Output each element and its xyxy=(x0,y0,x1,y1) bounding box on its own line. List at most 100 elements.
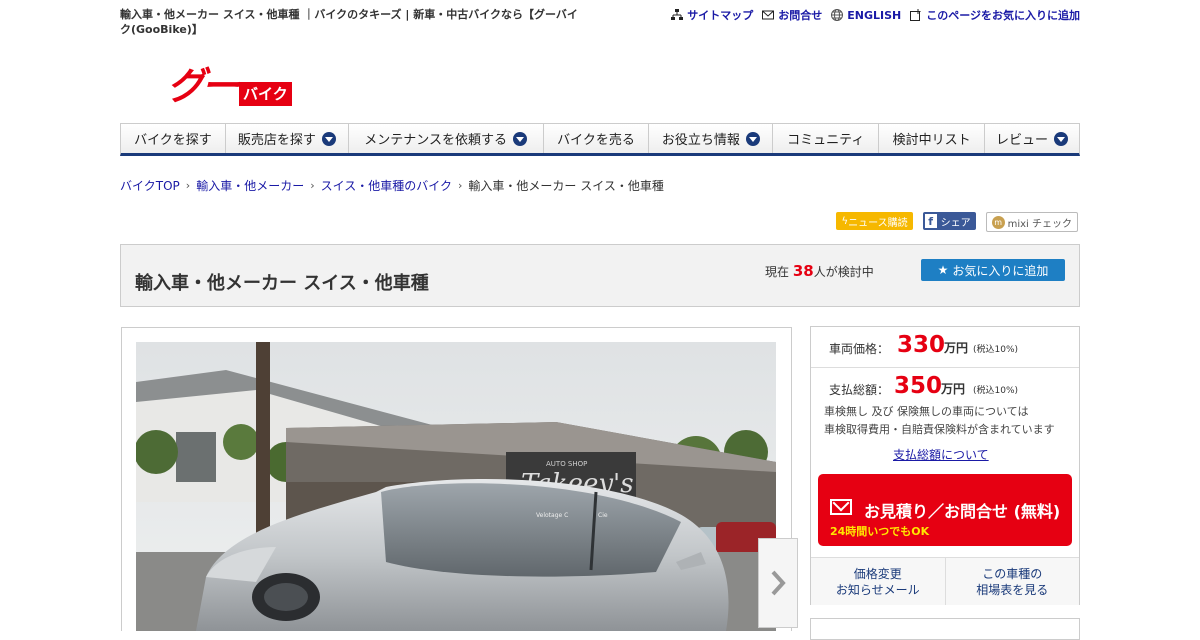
nav-label: 販売店を探す xyxy=(237,133,316,148)
sitemap-label: サイトマップ xyxy=(687,9,754,22)
title-box: 輸入車・他メーカー スイス・他車種 現在 38人が検討中 ★ お気に入りに追加 xyxy=(120,244,1080,307)
next-photo-button[interactable] xyxy=(758,538,798,628)
chevron-right-icon: › xyxy=(458,179,463,192)
nav-label: レビュー xyxy=(996,133,1049,148)
market-price-line: この車種の xyxy=(982,566,1043,581)
global-nav: バイクを探す 販売店を探す メンテナンスを依頼する バイクを売る お役立ち情報 … xyxy=(120,123,1080,156)
nav-item-sell-bike[interactable]: バイクを売る xyxy=(544,124,650,153)
vehicle-price-unit: 万円 xyxy=(944,341,969,355)
facebook-share-button[interactable]: f シェア xyxy=(922,212,976,230)
vehicle-label-right: Cie xyxy=(598,512,608,519)
watch-count: 現在 38人が検討中 xyxy=(765,262,874,280)
nav-label: メンテナンスを依頼する xyxy=(364,133,508,148)
logo-goo-text: グー xyxy=(167,64,239,108)
note-line: 車検無し 及び 保険無しの車両については xyxy=(824,405,1029,418)
mixi-label: mixi チェック xyxy=(1007,218,1072,230)
goobike-logo[interactable]: グー バイク xyxy=(167,66,347,108)
price-actions: 価格変更 お知らせメール この車種の 相場表を見る xyxy=(811,557,1079,605)
chevron-down-icon xyxy=(513,131,528,146)
star-icon: ★ xyxy=(937,263,949,277)
contact-label: お問合せ xyxy=(778,9,823,22)
chevron-right-icon: › xyxy=(310,179,315,192)
fav-label: お気に入りに追加 xyxy=(952,263,1049,278)
utility-links: サイトマップ お問合せ ENGLISH このページをお気に入りに追加 xyxy=(671,7,1080,23)
chevron-down-icon xyxy=(1054,131,1069,146)
nav-label: お役立ち情報 xyxy=(661,133,740,148)
facebook-label: シェア xyxy=(940,217,971,229)
nav-item-review[interactable]: レビュー xyxy=(985,124,1079,153)
mixi-icon: m xyxy=(991,215,1005,229)
bookmark-page-link[interactable]: このページをお気に入りに追加 xyxy=(910,7,1080,23)
mail-icon xyxy=(762,10,775,20)
price-alert-button[interactable]: 価格変更 お知らせメール xyxy=(811,558,946,605)
sitemap-icon xyxy=(671,9,684,20)
news-subscribe-button[interactable]: ϟ ニュース購読 xyxy=(836,212,913,230)
nav-item-community[interactable]: コミュニティ xyxy=(773,124,880,153)
breadcrumb-link-top[interactable]: バイクTOP xyxy=(120,177,180,194)
chevron-down-icon xyxy=(745,131,760,146)
sitemap-link[interactable]: サイトマップ xyxy=(671,7,753,23)
secondary-panel xyxy=(810,618,1080,640)
shop-sign-small: AUTO SHOP xyxy=(546,460,587,468)
nav-label: バイクを売る xyxy=(557,133,635,148)
nav-item-search-bike[interactable]: バイクを探す xyxy=(121,124,226,153)
total-price-unit: 万円 xyxy=(941,382,966,396)
facebook-icon: f xyxy=(924,214,937,228)
breadcrumb-link-swiss[interactable]: スイス・他車種のバイク xyxy=(321,177,452,194)
bookmark-page-label: このページをお気に入りに追加 xyxy=(926,9,1080,22)
inquiry-subtitle: 24時間いつでもOK xyxy=(830,525,930,538)
count-value: 38 xyxy=(792,262,814,280)
price-panel: 車両価格： 330 万円 (税込10%) 支払総額： 350 万円 (税込10%… xyxy=(810,326,1080,605)
breadcrumb: バイクTOP › 輸入車・他メーカー › スイス・他車種のバイク › 輸入車・他… xyxy=(120,177,664,194)
bookmark-add-icon xyxy=(910,9,921,21)
price-alert-text: 価格変更 お知らせメール xyxy=(836,566,920,598)
count-prefix: 現在 xyxy=(765,265,790,279)
vehicle-price-label: 車両価格： xyxy=(829,342,890,356)
nav-item-search-shop[interactable]: 販売店を探す xyxy=(226,124,349,153)
add-favorite-button[interactable]: ★ お気に入りに追加 xyxy=(921,259,1065,281)
social-buttons: ϟ ニュース購読 f シェア m mixi チェック xyxy=(836,212,1078,232)
nav-item-watchlist[interactable]: 検討中リスト xyxy=(879,124,986,153)
logo-bike-text: バイク xyxy=(239,82,292,106)
total-price-label: 支払総額： xyxy=(829,383,890,397)
photo-viewer: Takeey's AUTO SHOP Velotage C Cie xyxy=(121,327,798,631)
price-alert-line: 価格変更 xyxy=(853,566,902,581)
nav-item-useful-info[interactable]: お役立ち情報 xyxy=(649,124,774,153)
english-label: ENGLISH xyxy=(847,8,902,22)
breadcrumb-current: 輸入車・他メーカー スイス・他車種 xyxy=(468,179,664,193)
contact-link[interactable]: お問合せ xyxy=(762,7,822,23)
count-suffix: 人が検討中 xyxy=(813,265,874,279)
nav-label: コミュニティ xyxy=(787,133,865,148)
mixi-check-button[interactable]: m mixi チェック xyxy=(985,212,1078,232)
market-price-line: 相場表を見る xyxy=(976,582,1049,597)
news-label: ニュース購読 xyxy=(848,217,908,229)
price-alert-line: お知らせメール xyxy=(835,582,920,597)
nav-item-maintenance[interactable]: メンテナンスを依頼する xyxy=(349,124,544,153)
page-title: 輸入車・他メーカー スイス・他車種 xyxy=(135,273,429,294)
chevron-right-icon: › xyxy=(185,179,191,192)
chevron-down-icon xyxy=(321,131,336,146)
market-price-text: この車種の 相場表を見る xyxy=(976,566,1048,598)
total-price-about-link[interactable]: 支払総額について xyxy=(893,446,989,463)
nav-label: バイクを探す xyxy=(134,133,212,148)
vehicle-price-row: 車両価格： 330 万円 (税込10%) xyxy=(811,327,1079,368)
globe-icon xyxy=(831,9,844,21)
inquiry-button[interactable]: お見積り／お問合せ (無料) 24時間いつでもOK xyxy=(818,474,1072,546)
total-price-value: 350 xyxy=(894,373,943,399)
total-price-tax: (税込10%) xyxy=(973,386,1019,396)
vehicle-photo[interactable]: Takeey's AUTO SHOP Velotage C Cie xyxy=(136,342,776,631)
lightning-icon: ϟ xyxy=(841,215,849,227)
total-price-note: 車検無し 及び 保険無しの車両については 車検取得費用・自賠責保険料が含まれてい… xyxy=(824,403,1079,439)
vehicle-price-value: 330 xyxy=(897,332,946,358)
english-link[interactable]: ENGLISH xyxy=(831,7,901,23)
vehicle-label-left: Velotage C xyxy=(536,512,568,519)
nav-label: 検討中リスト xyxy=(892,133,971,148)
breadcrumb-link-import[interactable]: 輸入車・他メーカー xyxy=(196,177,304,194)
vehicle-price-tax: (税込10%) xyxy=(973,345,1019,355)
inquiry-title: お見積り／お問合せ (無料) xyxy=(864,502,1061,521)
site-title: 輸入車・他メーカー スイス・他車種 ｜バイクのタキーズ | 新車・中古バイクなら… xyxy=(120,8,578,36)
note-line: 車検取得費用・自賠責保険料が含まれています xyxy=(824,423,1055,436)
chevron-right-icon xyxy=(771,570,786,596)
market-price-button[interactable]: この車種の 相場表を見る xyxy=(945,558,1079,605)
mail-icon xyxy=(830,499,852,515)
